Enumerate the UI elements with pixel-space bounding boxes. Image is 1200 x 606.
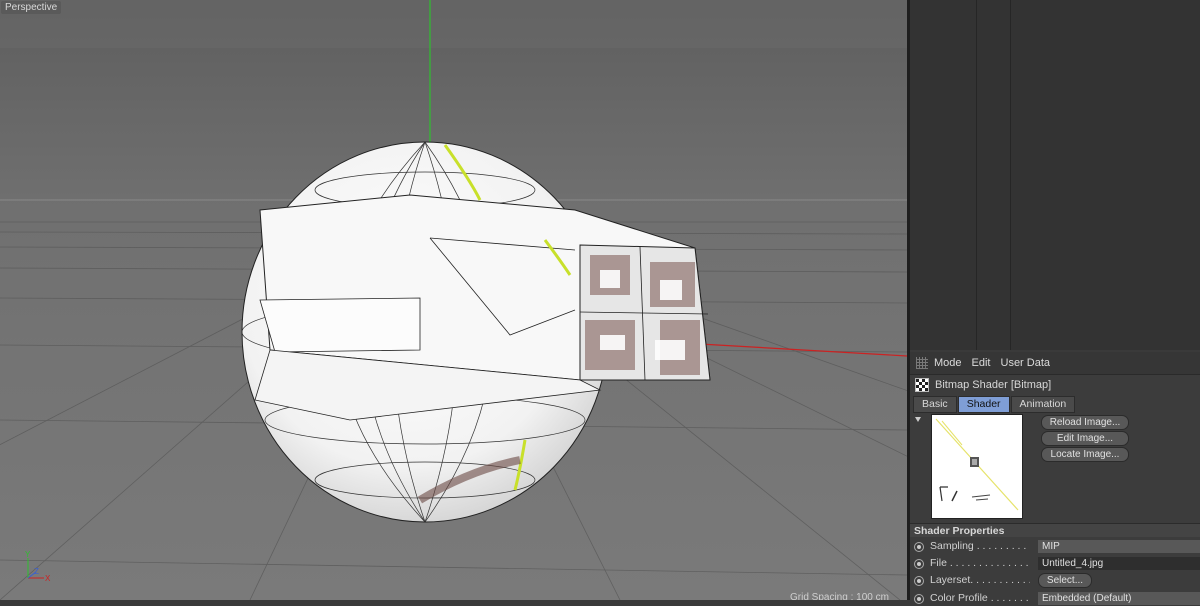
animate-radio-icon[interactable] [914, 558, 924, 569]
object-title: Bitmap Shader [Bitmap] [915, 378, 1051, 392]
color-profile-dropdown[interactable]: Embedded (Default) [1038, 592, 1200, 605]
layerset-label: Layerset. . . . . . . . . . . . [930, 574, 1030, 586]
collapse-triangle-icon[interactable] [915, 417, 921, 422]
axis-z-label: Z [34, 567, 39, 576]
object-title-text: Bitmap Shader [Bitmap] [935, 379, 1052, 391]
reload-image-button[interactable]: Reload Image... [1041, 415, 1129, 430]
layerset-row: Layerset. . . . . . . . . . . . Select..… [914, 573, 1200, 588]
layerset-select-button[interactable]: Select... [1038, 573, 1092, 588]
axis-x-label: X [45, 574, 51, 583]
file-label: File . . . . . . . . . . . . . . . . [930, 557, 1030, 569]
sampling-dropdown[interactable]: MIP [1038, 540, 1200, 553]
bitmap-preview-thumbnail[interactable] [931, 414, 1023, 519]
attribute-menubar: Mode Edit User Data [910, 352, 1200, 375]
animate-radio-icon[interactable] [914, 541, 924, 552]
menu-user-data[interactable]: User Data [1001, 357, 1051, 369]
edit-image-button[interactable]: Edit Image... [1041, 431, 1129, 446]
file-row: File . . . . . . . . . . . . . . . . Unt… [914, 556, 1200, 571]
column-divider [1010, 0, 1011, 350]
axis-y-label: Y [25, 550, 31, 559]
file-path-field[interactable]: Untitled_4.jpg [1038, 557, 1200, 570]
object-manager-panel[interactable] [910, 0, 1200, 350]
tab-animation[interactable]: Animation [1010, 396, 1076, 413]
menu-edit[interactable]: Edit [972, 357, 991, 369]
locate-image-button[interactable]: Locate Image... [1041, 447, 1129, 462]
tab-basic[interactable]: Basic [913, 396, 957, 413]
column-divider [976, 0, 977, 350]
perspective-viewport[interactable]: Perspective Y Z X Grid Spacing : 100 cm [0, 0, 907, 600]
sampling-row: Sampling . . . . . . . . . . . . MIP [914, 539, 1200, 554]
grip-icon[interactable] [916, 357, 928, 369]
color-profile-label: Color Profile . . . . . . . . [930, 592, 1030, 604]
sampling-label: Sampling . . . . . . . . . . . . [930, 540, 1030, 552]
animate-radio-icon[interactable] [914, 593, 924, 604]
viewport-label[interactable]: Perspective [1, 1, 62, 14]
shader-properties-header[interactable]: Shader Properties [910, 523, 1200, 537]
attribute-manager-panel: Mode Edit User Data Bitmap Shader [Bitma… [910, 352, 1200, 605]
attribute-tabs: Basic Shader Animation [913, 396, 1076, 413]
animate-radio-icon[interactable] [914, 575, 924, 586]
tab-shader[interactable]: Shader [957, 396, 1010, 413]
bitmap-checker-icon [915, 378, 929, 392]
menu-mode[interactable]: Mode [934, 357, 962, 369]
viewport-scene[interactable] [0, 0, 907, 600]
grid-spacing-readout: Grid Spacing : 100 cm [790, 592, 889, 600]
color-profile-row: Color Profile . . . . . . . . Embedded (… [914, 591, 1200, 606]
